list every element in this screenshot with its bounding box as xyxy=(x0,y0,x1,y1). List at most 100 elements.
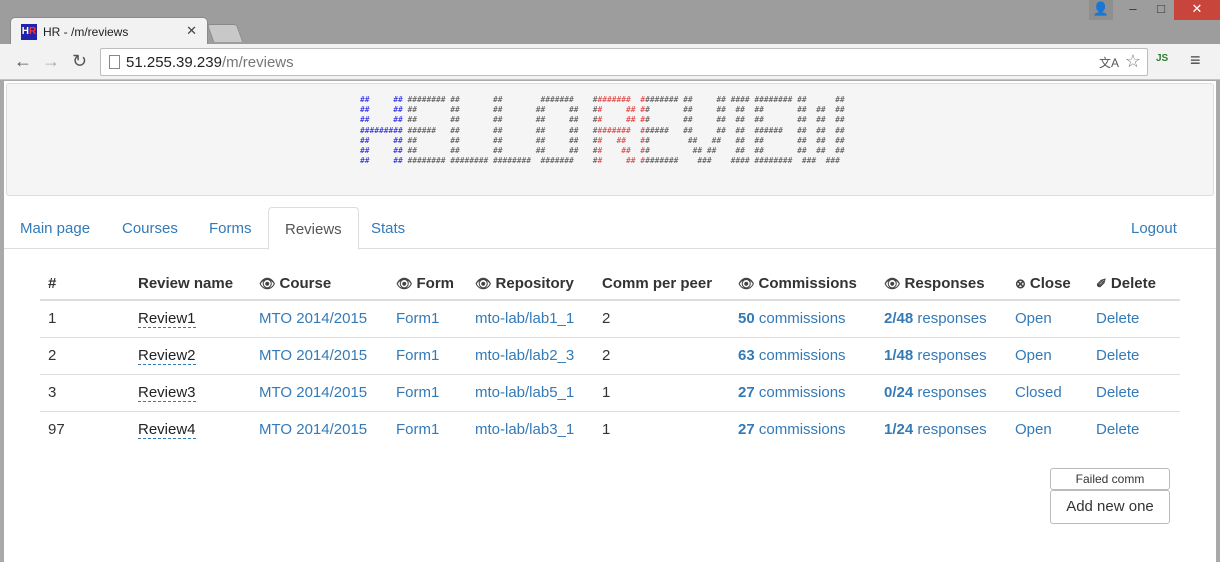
responses-link[interactable]: 0/24 responses xyxy=(884,384,987,401)
address-bar[interactable]: 51.255.39.239/m/reviews 文A ☆ xyxy=(100,48,1148,76)
course-link[interactable]: MTO 2014/2015 xyxy=(259,347,367,364)
col-course[interactable]: 👁 Course xyxy=(251,267,388,301)
responses-link[interactable]: 1/24 responses xyxy=(884,421,987,438)
col-form[interactable]: 👁 Form xyxy=(388,267,467,301)
translate-icon[interactable]: 文A xyxy=(1099,54,1119,71)
delete-link[interactable]: Delete xyxy=(1096,384,1139,401)
browser-menu-icon[interactable]: ≡ xyxy=(1190,50,1201,71)
page-content: ## ## ######## ## ## ####### ######## ##… xyxy=(4,81,1216,562)
repository-link[interactable]: mto-lab/lab3_1 xyxy=(475,421,574,438)
table-row: 3 Review3 MTO 2014/2015 Form1 mto-lab/lab5_1… xyxy=(40,373,1180,411)
close-toggle-link[interactable]: Open xyxy=(1015,421,1052,438)
page-icon xyxy=(109,55,120,69)
review-name-editable[interactable]: Review2 xyxy=(138,347,196,365)
close-toggle-link[interactable]: Open xyxy=(1015,347,1052,364)
review-name-editable[interactable]: Review1 xyxy=(138,310,196,329)
row-delete: Delete xyxy=(1088,336,1180,374)
back-arrow-icon[interactable]: ← xyxy=(14,51,32,72)
row-commissions: 27 commissions xyxy=(730,373,876,411)
reload-icon[interactable]: ↻ xyxy=(72,51,87,72)
tab-reviews[interactable]: Reviews xyxy=(268,207,359,250)
commissions-count: 27 xyxy=(738,421,755,439)
user-profile-icon[interactable]: 👤 xyxy=(1089,0,1113,20)
form-link[interactable]: Form1 xyxy=(396,421,439,438)
row-review-name: Review1 xyxy=(130,300,251,337)
table-row: 97 Review4 MTO 2014/2015 Form1 mto-lab/lab3_… xyxy=(40,410,1180,448)
new-tab-button[interactable] xyxy=(206,24,244,42)
eye-icon: 👁 xyxy=(396,275,413,291)
commissions-link[interactable]: 27 commissions xyxy=(738,421,846,438)
row-comm-per-peer: 2 xyxy=(602,310,611,328)
responses-count: 0/24 xyxy=(884,384,914,401)
ascii-red-segment: ####### # xyxy=(597,125,646,135)
close-toggle-link[interactable]: Open xyxy=(1015,310,1052,327)
ascii-art-logo: ## ## ######## ## ## ####### ######## ##… xyxy=(360,95,845,166)
table-body: 1 Review1 MTO 2014/2015 Form1 mto-lab/lab1_1… xyxy=(40,300,1180,448)
ascii-gray-segment: ######## ## ## ####### # xyxy=(402,95,598,104)
failed-comm-button[interactable]: Failed comm xyxy=(1050,468,1170,490)
close-window-button[interactable]: ✕ xyxy=(1174,0,1220,20)
row-course: MTO 2014/2015 xyxy=(251,300,388,337)
responses-link[interactable]: 2/48 responses xyxy=(884,310,987,327)
minimize-button[interactable]: – xyxy=(1120,0,1146,20)
col-close: ⊗ Close xyxy=(1007,267,1088,301)
ascii-blue-segment: ## ## xyxy=(360,135,403,145)
repository-link[interactable]: mto-lab/lab1_1 xyxy=(475,310,574,327)
form-link[interactable]: Form1 xyxy=(396,347,439,364)
ascii-gray-segment: ## ## ## ## ## # xyxy=(402,115,598,125)
tab-close-icon[interactable]: ✕ xyxy=(186,23,197,39)
commissions-label: commissions xyxy=(758,384,846,401)
url-text[interactable]: 51.255.39.239/m/reviews xyxy=(126,54,294,71)
course-link[interactable]: MTO 2014/2015 xyxy=(259,310,367,327)
row-responses: 2/48 responses xyxy=(876,300,1007,337)
ascii-line: ## ## ######## ######## ######## #######… xyxy=(360,156,845,166)
browser-tab[interactable]: HR HR - /m/reviews ✕ xyxy=(10,17,208,45)
maximize-button[interactable]: □ xyxy=(1148,0,1174,20)
delete-link[interactable]: Delete xyxy=(1096,421,1139,438)
tab-courses[interactable]: Courses xyxy=(106,207,194,249)
forward-arrow-icon[interactable]: → xyxy=(42,51,60,72)
col-commissions[interactable]: 👁 Commissions xyxy=(730,267,876,301)
add-new-button[interactable]: Add new one xyxy=(1050,490,1170,524)
browser-toolbar: ← → ↻ 51.255.39.239/m/reviews 文A ☆ JS ≡ xyxy=(0,44,1220,80)
responses-label: responses xyxy=(917,310,987,328)
form-link[interactable]: Form1 xyxy=(396,310,439,327)
logout-link[interactable]: Logout xyxy=(1115,207,1193,249)
ascii-blue-segment: ## ## xyxy=(360,95,403,104)
row-form: Form1 xyxy=(388,410,467,448)
repository-link[interactable]: mto-lab/lab2_3 xyxy=(475,347,574,364)
commissions-link[interactable]: 27 commissions xyxy=(738,384,846,401)
row-delete: Delete xyxy=(1088,410,1180,448)
tab-stats[interactable]: Stats xyxy=(355,207,421,249)
tab-main-page[interactable]: Main page xyxy=(4,207,106,249)
row-form: Form1 xyxy=(388,336,467,374)
row-responses: 1/48 responses xyxy=(876,336,1007,374)
delete-link[interactable]: Delete xyxy=(1096,310,1139,327)
repository-link[interactable]: mto-lab/lab5_1 xyxy=(475,384,574,401)
form-link[interactable]: Form1 xyxy=(396,384,439,401)
ascii-line: ## ## ## ## ## ## ## ## ## ## ## ## ## #… xyxy=(360,105,845,115)
review-name-editable[interactable]: Review4 xyxy=(138,421,196,440)
col-responses[interactable]: 👁 Responses xyxy=(876,267,1007,301)
ascii-gray-segment: # ## ## ## ## ## ## ## xyxy=(645,135,845,145)
row-course: MTO 2014/2015 xyxy=(251,410,388,448)
review-name-editable[interactable]: Review3 xyxy=(138,384,196,402)
ascii-gray-segment: ###### ## ## ## ## # xyxy=(402,125,598,135)
ascii-gray-segment: ## ## ## ## ## # xyxy=(402,146,598,156)
col-repository[interactable]: 👁 Repository xyxy=(467,267,594,301)
close-toggle-link[interactable]: Closed xyxy=(1015,384,1062,401)
commissions-link[interactable]: 63 commissions xyxy=(738,347,846,364)
tab-forms[interactable]: Forms xyxy=(193,207,268,249)
ascii-line: ## ## ## ## ## ## ## ## ## ## ## ## ## #… xyxy=(360,136,845,146)
bookmark-star-icon[interactable]: ☆ xyxy=(1125,51,1141,72)
commissions-count: 63 xyxy=(738,347,755,364)
course-link[interactable]: MTO 2014/2015 xyxy=(259,421,367,438)
responses-link[interactable]: 1/48 responses xyxy=(884,347,987,364)
row-close: Open xyxy=(1007,336,1088,374)
delete-link[interactable]: Delete xyxy=(1096,347,1139,364)
commissions-link[interactable]: 50 commissions xyxy=(738,310,846,327)
row-repository: mto-lab/lab2_3 xyxy=(467,336,594,374)
course-link[interactable]: MTO 2014/2015 xyxy=(259,384,367,401)
commissions-count: 50 xyxy=(738,310,755,328)
extension-js-icon[interactable]: JS xyxy=(1156,53,1168,64)
